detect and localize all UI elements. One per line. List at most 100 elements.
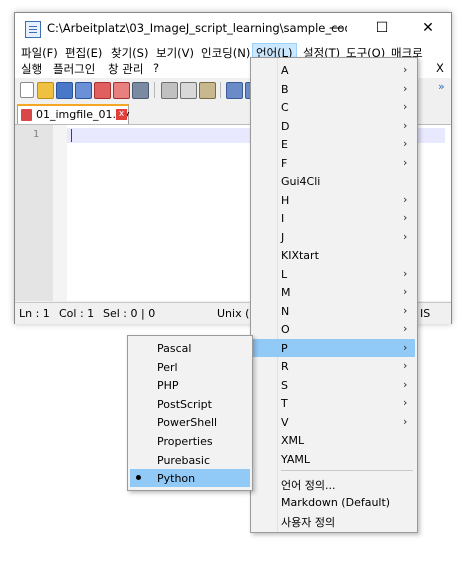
submenu-item[interactable]: Purebasic bbox=[130, 451, 250, 469]
close-document-x[interactable]: X bbox=[436, 61, 444, 75]
language-menu-item[interactable]: 사용자 정의 bbox=[253, 511, 415, 529]
language-menu-item[interactable]: C › bbox=[253, 98, 415, 116]
submenu-arrow-icon: › bbox=[403, 229, 408, 243]
undo-icon[interactable] bbox=[226, 82, 243, 99]
menu-search[interactable]: 찾기(S) bbox=[111, 45, 148, 61]
submenu-arrow-icon: › bbox=[403, 377, 408, 391]
language-menu-item[interactable]: 언어 정의... bbox=[253, 474, 415, 492]
language-menu-item-label: A bbox=[281, 64, 289, 77]
menu-encoding[interactable]: 인코딩(N) bbox=[201, 45, 250, 61]
copy-icon[interactable] bbox=[180, 82, 197, 99]
language-menu-item-label: S bbox=[281, 378, 288, 392]
toolbar-overflow-icon[interactable]: » bbox=[438, 80, 445, 93]
language-menu-item[interactable]: M › bbox=[253, 283, 415, 301]
close-all-icon[interactable] bbox=[113, 82, 130, 99]
new-file-icon[interactable] bbox=[20, 82, 34, 98]
language-menu-item-label: J bbox=[281, 230, 285, 244]
submenu-arrow-icon: › bbox=[403, 137, 408, 150]
menu-window[interactable]: 창 관리 bbox=[108, 61, 143, 77]
language-menu-item[interactable]: H › bbox=[253, 191, 415, 209]
fold-margin[interactable] bbox=[53, 125, 67, 301]
submenu-item[interactable]: PowerShell bbox=[130, 413, 250, 431]
language-menu-item-label: L bbox=[281, 267, 288, 281]
minimize-button[interactable]: — bbox=[313, 13, 359, 44]
language-menu-item[interactable]: J › bbox=[253, 228, 415, 246]
language-menu-item[interactable]: P › bbox=[253, 338, 415, 357]
save-all-icon[interactable] bbox=[75, 82, 92, 99]
language-menu-item-label: R bbox=[281, 360, 289, 373]
language-menu-item[interactable]: T › bbox=[253, 394, 415, 412]
saved-file-icon bbox=[21, 109, 32, 121]
language-menu-item-label: XML bbox=[281, 434, 305, 447]
submenu-item[interactable]: Python bbox=[130, 469, 250, 488]
submenu-arrow-icon: › bbox=[403, 396, 408, 409]
submenu-item[interactable]: Perl bbox=[130, 358, 250, 376]
language-menu-item[interactable]: B › bbox=[253, 80, 415, 98]
language-p-submenu: Pascal Perl PHP PostScript PowerShell Propert… bbox=[127, 335, 253, 491]
submenu-item[interactable]: PHP bbox=[130, 376, 250, 394]
title-bar[interactable]: C:\Arbeitplatz\03_ImageJ_script_learning… bbox=[15, 13, 451, 44]
language-menu-item[interactable]: I › bbox=[253, 209, 415, 227]
print-icon[interactable] bbox=[132, 82, 149, 99]
maximize-button[interactable]: ☐ bbox=[359, 13, 405, 44]
status-column: Col : 1 bbox=[59, 307, 95, 320]
language-menu-item[interactable]: R › bbox=[253, 357, 415, 375]
submenu-item-label: Perl bbox=[157, 360, 178, 374]
tab-close-icon[interactable]: x bbox=[116, 109, 127, 120]
submenu-item[interactable]: Properties bbox=[130, 432, 250, 450]
language-menu-item[interactable]: XML bbox=[253, 431, 415, 449]
language-menu-item-label: T bbox=[281, 397, 288, 410]
status-selection: Sel : 0 | 0 bbox=[103, 307, 156, 320]
submenu-arrow-icon: › bbox=[403, 211, 408, 224]
menu-edit[interactable]: 편집(E) bbox=[65, 45, 102, 61]
language-menu-item[interactable]: Gui4Cli bbox=[253, 172, 415, 190]
language-menu-item[interactable]: KIXtart bbox=[253, 246, 415, 264]
language-menu-item-label: 언어 정의... bbox=[281, 479, 336, 492]
close-file-icon[interactable] bbox=[94, 82, 111, 99]
language-menu-item[interactable]: D › bbox=[253, 117, 415, 135]
close-button[interactable]: ✕ bbox=[405, 13, 451, 44]
submenu-item-label: PostScript bbox=[157, 397, 212, 411]
language-menu-item[interactable]: O › bbox=[253, 320, 415, 338]
window-title: C:\Arbeitplatz\03_ImageJ_script_learning… bbox=[47, 21, 347, 35]
language-menu-item[interactable]: L › bbox=[253, 265, 415, 283]
submenu-arrow-icon: › bbox=[403, 100, 408, 113]
language-menu-item-label: B bbox=[281, 82, 289, 96]
line-number: 1 bbox=[33, 129, 40, 140]
language-menu-item-label: P bbox=[281, 341, 288, 355]
menu-plugins[interactable]: 플러그인 bbox=[53, 61, 95, 77]
menu-help[interactable]: ? bbox=[153, 61, 159, 75]
submenu-item-label: Properties bbox=[157, 435, 213, 448]
submenu-arrow-icon: › bbox=[403, 414, 408, 428]
language-menu-item[interactable]: S › bbox=[253, 376, 415, 394]
submenu-item-label: Pascal bbox=[157, 342, 192, 355]
submenu-item-label: PowerShell bbox=[157, 416, 218, 430]
language-menu-item[interactable]: F › bbox=[253, 154, 415, 172]
save-icon[interactable] bbox=[56, 82, 73, 99]
notepad-app-icon bbox=[25, 21, 41, 38]
submenu-arrow-icon: › bbox=[403, 303, 408, 317]
document-tab[interactable]: 01_imgfile_01.py x bbox=[17, 104, 130, 124]
submenu-item[interactable]: Pascal bbox=[130, 339, 250, 357]
submenu-arrow-icon: › bbox=[403, 192, 408, 206]
submenu-arrow-icon: › bbox=[403, 63, 408, 76]
language-menu-item[interactable]: E › bbox=[253, 135, 415, 153]
language-menu-item[interactable]: YAML bbox=[253, 450, 415, 468]
menu-file[interactable]: 파일(F) bbox=[21, 45, 58, 61]
menu-view[interactable]: 보기(V) bbox=[156, 45, 194, 61]
language-menu-item-label: YAML bbox=[281, 452, 311, 466]
open-file-icon[interactable] bbox=[37, 82, 54, 99]
menu-run[interactable]: 실행 bbox=[21, 61, 42, 77]
language-menu-item[interactable]: V › bbox=[253, 413, 415, 431]
cut-icon[interactable] bbox=[161, 82, 178, 99]
paste-icon[interactable] bbox=[199, 82, 216, 99]
language-menu-item[interactable]: A › bbox=[253, 61, 415, 79]
language-menu-item[interactable]: Markdown (Default) bbox=[253, 493, 415, 511]
language-menu-item-label: V bbox=[281, 415, 289, 429]
submenu-arrow-icon: › bbox=[403, 340, 408, 354]
submenu-item-label: Purebasic bbox=[157, 453, 211, 467]
submenu-item[interactable]: PostScript bbox=[130, 395, 250, 413]
status-line: Ln : 1 bbox=[19, 307, 50, 320]
language-menu-item[interactable]: N › bbox=[253, 302, 415, 320]
language-menu-item-label: O bbox=[281, 323, 290, 336]
